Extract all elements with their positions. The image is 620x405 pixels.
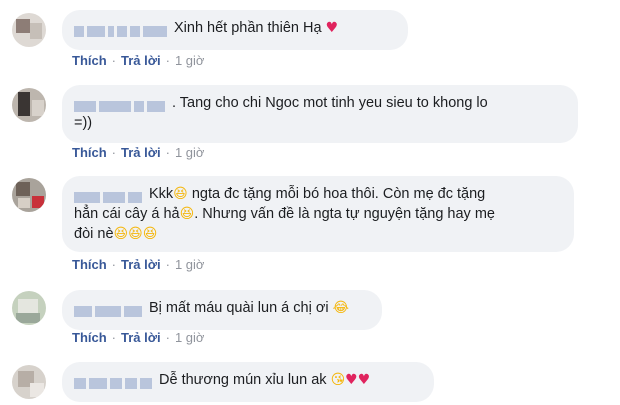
separator: · <box>111 257 117 272</box>
reply-button[interactable]: Trả lời <box>121 145 161 160</box>
avatar[interactable] <box>12 88 46 122</box>
separator: · <box>111 53 117 68</box>
separator: · <box>111 145 117 160</box>
comment-text: =)) <box>74 115 93 131</box>
separator: · <box>165 145 170 160</box>
laughing-emoji-icon: 😆 <box>128 226 143 242</box>
laughing-emoji-icon: 😆 <box>173 186 188 202</box>
kissing-emoji-icon: 😘 <box>330 372 346 388</box>
author-name-redacted[interactable] <box>74 301 145 317</box>
heart-emoji-icon: ♥ <box>345 372 358 388</box>
reply-button[interactable]: Trả lời <box>121 330 161 345</box>
comment-actions: Thích · Trả lời · 1 giờ <box>72 257 204 272</box>
author-name-redacted[interactable] <box>74 187 145 203</box>
timestamp[interactable]: 1 giờ <box>175 53 205 68</box>
like-button[interactable]: Thích <box>72 53 107 68</box>
laughing-emoji-icon: 😆 <box>179 206 195 222</box>
comment-text: Xinh hết phần thiên Hạ <box>174 20 322 36</box>
comment-text: hẳn cái cây á hả <box>74 206 180 222</box>
comment-text: Kkk <box>149 186 174 202</box>
reply-button[interactable]: Trả lời <box>121 257 161 272</box>
author-name-redacted[interactable] <box>74 21 170 37</box>
like-button[interactable]: Thích <box>72 330 107 345</box>
comment-bubble: . Tang cho chi Ngoc mot tinh yeu sieu to… <box>62 85 578 143</box>
like-button[interactable]: Thích <box>72 257 107 272</box>
reply-button[interactable]: Trả lời <box>121 53 161 68</box>
separator: · <box>165 53 170 68</box>
comment-bubble: Bị mất máu quài lun á chị ơi 😂 <box>62 290 382 330</box>
comment-bubble: Kkk😆 ngta đc tặng mỗi bó hoa thôi. Còn m… <box>62 176 574 252</box>
author-name-redacted[interactable] <box>74 373 155 389</box>
laughing-emoji-icon: 😆 <box>142 226 158 242</box>
comment-bubble: Dễ thương mún xỉu lun ak 😘♥♥ <box>62 362 434 402</box>
comment-actions: Thích · Trả lời · 1 giờ <box>72 330 204 345</box>
timestamp[interactable]: 1 giờ <box>175 330 205 345</box>
author-name-redacted[interactable] <box>74 96 168 112</box>
avatar[interactable] <box>12 13 46 47</box>
comment-text: Dễ thương mún xỉu lun ak <box>159 372 327 388</box>
avatar[interactable] <box>12 178 46 212</box>
comment-text: . Nhưng vấn đề là ngta tự nguyện tặng ha… <box>194 206 495 222</box>
separator: · <box>165 257 170 272</box>
comment-actions: Thích · Trả lời · 1 giờ <box>72 145 204 160</box>
rofl-emoji-icon: 😂 <box>332 300 349 316</box>
comment-actions: Thích · Trả lời · 1 giờ <box>72 53 204 68</box>
heart-emoji-icon: ♥ <box>325 20 339 36</box>
separator: · <box>165 330 170 345</box>
separator: · <box>111 330 117 345</box>
comment-text: . Tang cho chi Ngoc mot tinh yeu sieu to… <box>172 95 488 111</box>
comment-text: ngta đc tặng mỗi bó hoa thôi. Còn mẹ đc … <box>191 186 486 202</box>
timestamp[interactable]: 1 giờ <box>175 145 205 160</box>
avatar[interactable] <box>12 365 46 399</box>
timestamp[interactable]: 1 giờ <box>175 257 205 272</box>
avatar[interactable] <box>12 291 46 325</box>
laughing-emoji-icon: 😆 <box>113 226 129 242</box>
comment-text: Bị mất máu quài lun á chị ơi <box>149 300 329 316</box>
comment-text: đòi nè <box>74 226 114 242</box>
heart-emoji-icon: ♥ <box>357 372 371 388</box>
like-button[interactable]: Thích <box>72 145 107 160</box>
comment-bubble: Xinh hết phần thiên Hạ ♥ <box>62 10 408 50</box>
